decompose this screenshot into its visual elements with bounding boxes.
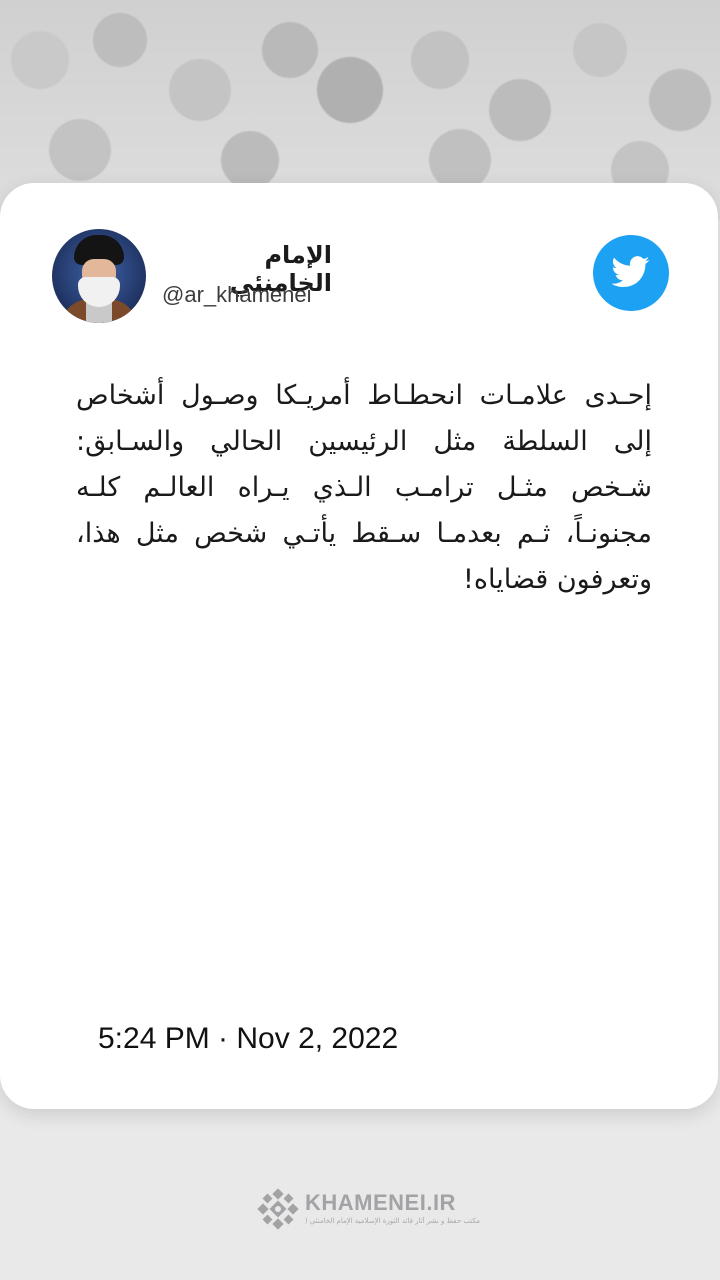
tweet-text: إحـدى علامـات انحطـاط أمريـكا وصـول أشخا… [76, 380, 652, 595]
khamenei-logo-mark [257, 1188, 299, 1230]
twitter-bird-icon [593, 235, 669, 311]
tweet-card: الإمام الخامنئي @ar_khamenei إحـدى علامـ… [0, 183, 718, 1109]
brand-subtitle: مكتب حفظ و نشر آثار قائد الثورة الإسلامي… [305, 1217, 480, 1225]
brand-name: KHAMENEI.IR [305, 1190, 456, 1215]
avatar[interactable] [52, 229, 146, 323]
twitter-bird-icon-glyph [612, 256, 650, 288]
tweet-header: الإمام الخامنئي @ar_khamenei [0, 183, 718, 333]
footer-brand[interactable]: KHAMENEI.IR مكتب حفظ و نشر آثار قائد الث… [257, 1186, 480, 1234]
tweet-timestamp[interactable]: 5:24 PM · Nov 2, 2022 [98, 1022, 398, 1056]
user-handle[interactable]: @ar_khamenei [162, 282, 312, 308]
